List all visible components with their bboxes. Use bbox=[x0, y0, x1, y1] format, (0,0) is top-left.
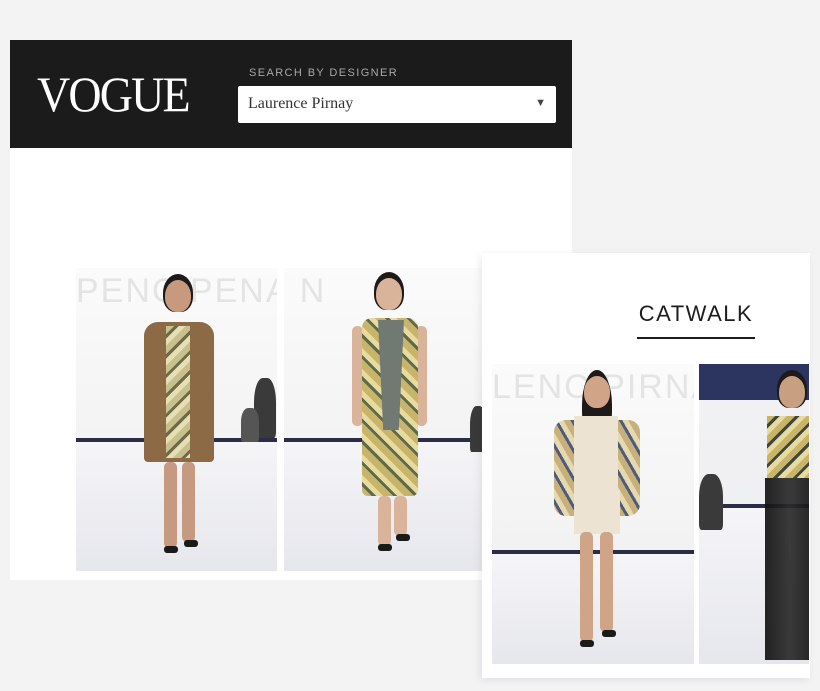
runway-model bbox=[134, 274, 224, 571]
designer-select-value: Laurence Pirnay bbox=[248, 95, 354, 112]
chevron-down-icon[interactable]: ▼ bbox=[535, 97, 546, 109]
designer-select[interactable]: Laurence Pirnay ▼ bbox=[238, 86, 556, 123]
runway-model bbox=[346, 272, 436, 571]
runway-photo-3[interactable]: LENC PIRNA bbox=[492, 364, 694, 664]
title-underline bbox=[637, 337, 755, 339]
search-by-designer-label: SEARCH BY DESIGNER bbox=[249, 67, 399, 79]
vogue-logo[interactable]: VOGUE bbox=[37, 66, 191, 122]
runway-photo-2[interactable]: I I N bbox=[284, 268, 484, 571]
catwalk-title: CATWALK bbox=[638, 301, 754, 326]
header-bar: VOGUE SEARCH BY DESIGNER Laurence Pirnay… bbox=[10, 40, 572, 148]
runway-model bbox=[761, 370, 809, 664]
runway-model bbox=[548, 370, 644, 664]
runway-photo-4[interactable] bbox=[699, 364, 809, 664]
runway-photo-1[interactable]: PENC PENAT bbox=[76, 268, 277, 571]
catwalk-panel: CATWALK LENC PIRNA bbox=[482, 253, 810, 678]
